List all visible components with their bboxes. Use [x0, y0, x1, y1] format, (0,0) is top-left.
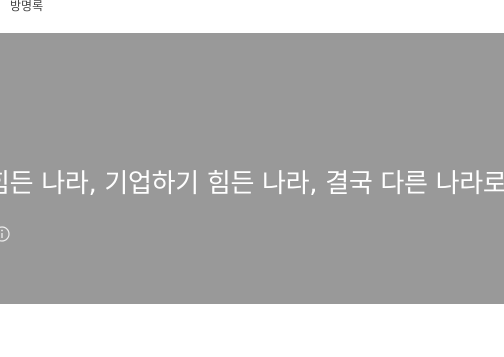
- content-area: [0, 304, 504, 357]
- hero-banner: 힘든 나라, 기업하기 힘든 나라, 결국 다른 나라로: [0, 33, 504, 304]
- top-nav: 방명록: [0, 0, 504, 33]
- info-circle-icon[interactable]: [0, 224, 12, 244]
- nav-item-guestbook[interactable]: 방명록: [10, 0, 43, 14]
- hero-title: 힘든 나라, 기업하기 힘든 나라, 결국 다른 나라로: [0, 169, 504, 199]
